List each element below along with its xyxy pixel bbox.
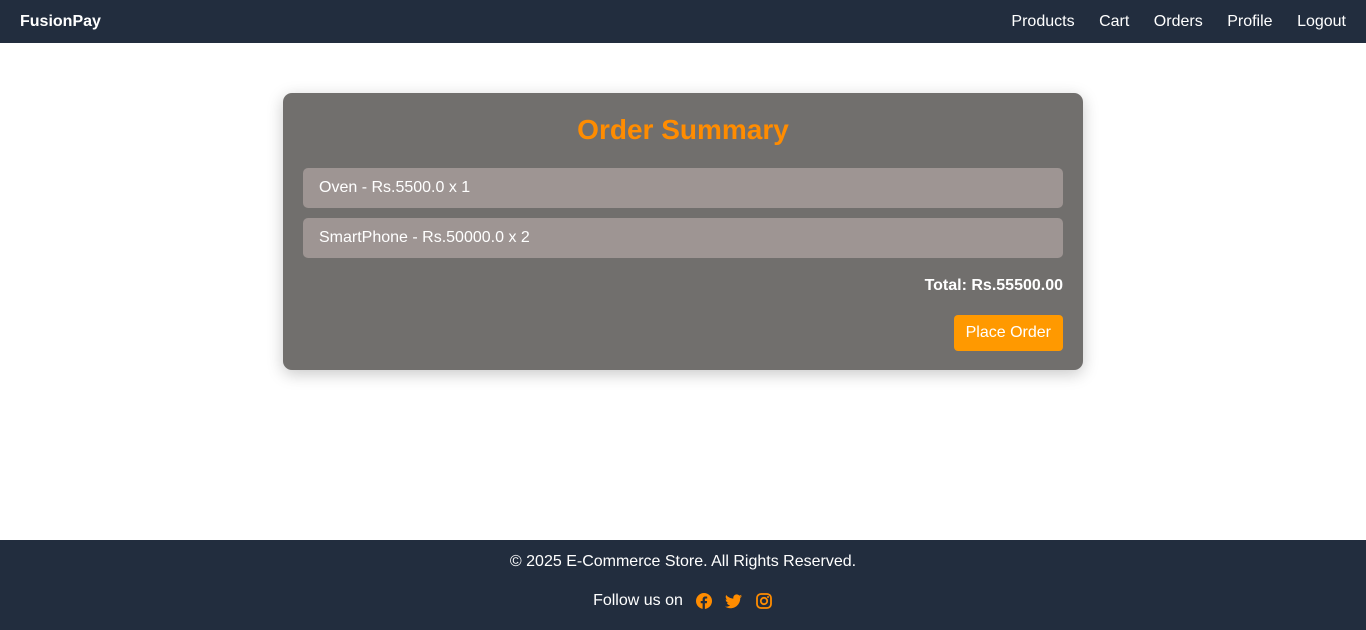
page-title: Order Summary [577,114,789,145]
follow-us-label: Follow us on [593,592,683,609]
nav-links: Products Cart Orders Profile Logout [987,13,1346,31]
list-item: SmartPhone - Rs.50000.0 x 2 [303,218,1063,258]
nav-link-orders[interactable]: Orders [1154,13,1203,31]
button-row: Place Order [303,315,1063,351]
nav-link-profile[interactable]: Profile [1227,13,1272,31]
place-order-button[interactable]: Place Order [953,315,1063,351]
instagram-icon[interactable] [755,592,773,610]
order-summary-card: Order Summary Oven - Rs.5500.0 x 1 Smart… [283,93,1083,370]
nav-link-logout[interactable]: Logout [1297,13,1346,31]
follow-us-row: Follow us on [0,591,1366,611]
facebook-icon[interactable] [695,592,713,610]
nav-link-products[interactable]: Products [1011,13,1074,31]
order-total: Total: Rs.55500.00 [924,277,1063,294]
footer: © 2025 E-Commerce Store. All Rights Rese… [0,540,1366,630]
order-items-list: Oven - Rs.5500.0 x 1 SmartPhone - Rs.500… [303,168,1063,258]
brand-logo[interactable]: FusionPay [20,13,101,31]
navbar: FusionPay Products Cart Orders Profile L… [0,0,1366,43]
twitter-icon[interactable] [725,592,743,610]
list-item: Oven - Rs.5500.0 x 1 [303,168,1063,208]
copyright-text: © 2025 E-Commerce Store. All Rights Rese… [509,553,857,570]
nav-link-cart[interactable]: Cart [1099,13,1129,31]
